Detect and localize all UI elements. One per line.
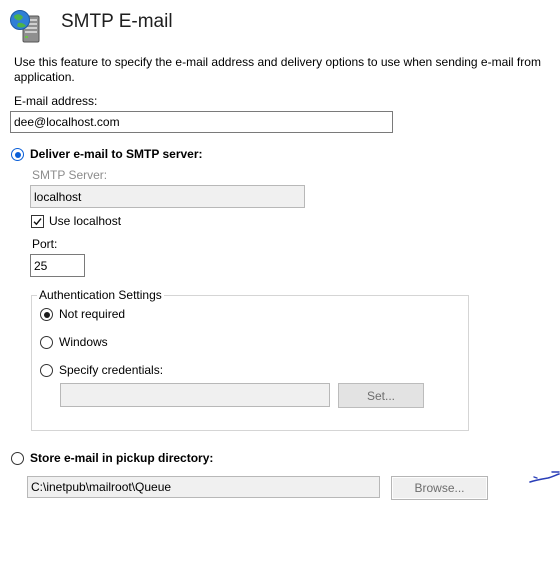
credentials-input[interactable]	[60, 383, 330, 407]
auth-not-required-label: Not required	[59, 307, 126, 321]
use-localhost-label: Use localhost	[49, 214, 122, 228]
auth-specify-credentials-radio[interactable]	[40, 364, 53, 377]
smtp-server-icon	[10, 9, 44, 43]
set-credentials-button[interactable]: Set...	[338, 383, 424, 408]
checkmark-icon	[33, 218, 42, 226]
port-input[interactable]	[30, 254, 85, 277]
auth-windows-radio[interactable]	[40, 336, 53, 349]
smtp-server-input[interactable]	[30, 185, 305, 208]
auth-specify-credentials-label: Specify credentials:	[59, 363, 164, 377]
pickup-directory-label: Store e-mail in pickup directory:	[30, 451, 214, 465]
email-address-input[interactable]	[10, 111, 393, 133]
smtp-server-label: SMTP Server:	[32, 168, 108, 182]
annotation-scribble	[528, 466, 560, 490]
deliver-smtp-label: Deliver e-mail to SMTP server:	[30, 147, 203, 161]
browse-button[interactable]: Browse...	[391, 476, 488, 500]
use-localhost-checkbox[interactable]	[31, 215, 44, 228]
pickup-directory-radio[interactable]	[11, 452, 24, 465]
deliver-smtp-radio[interactable]	[11, 148, 24, 161]
port-label: Port:	[32, 237, 58, 251]
pickup-directory-input[interactable]	[27, 476, 380, 498]
auth-not-required-radio[interactable]	[40, 308, 53, 321]
authentication-settings-legend: Authentication Settings	[37, 288, 164, 302]
feature-description: Use this feature to specify the e-mail a…	[14, 55, 541, 84]
auth-windows-label: Windows	[59, 335, 108, 349]
email-address-label: E-mail address:	[14, 94, 98, 108]
page-title: SMTP E-mail	[61, 11, 173, 32]
